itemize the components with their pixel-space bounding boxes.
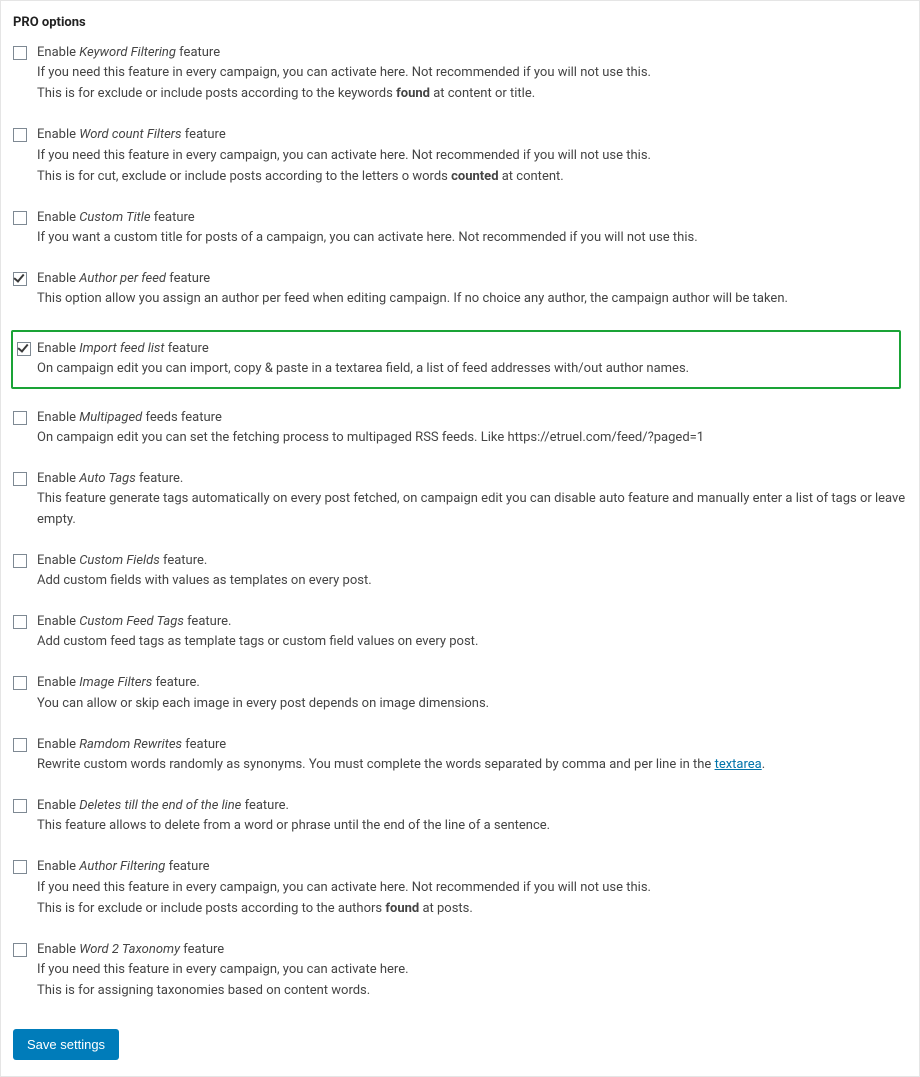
option-keyword-filtering: Enable Keyword Filtering feature If you … — [13, 44, 907, 104]
option-custom-feed-tags: Enable Custom Feed Tags feature. Add cus… — [13, 613, 907, 652]
option-auto-tags: Enable Auto Tags feature. This feature g… — [13, 470, 907, 529]
checkbox-word2taxonomy[interactable] — [13, 943, 27, 957]
label-word-count[interactable]: Enable Word count Filters feature — [37, 126, 907, 144]
desc-author-per-feed: This option allow you assign an author p… — [37, 289, 907, 309]
checkbox-deletes-eol[interactable] — [13, 799, 27, 813]
desc-author-filtering-2: This is for exclude or include posts acc… — [37, 899, 907, 919]
label-random-rewrites[interactable]: Enable Ramdom Rewrites feature — [37, 736, 907, 754]
desc-keyword-filtering-1: If you need this feature in every campai… — [37, 63, 907, 83]
desc-keyword-filtering-2: This is for exclude or include posts acc… — [37, 84, 907, 104]
checkbox-custom-fields[interactable] — [13, 554, 27, 568]
label-keyword-filtering[interactable]: Enable Keyword Filtering feature — [37, 44, 907, 62]
label-custom-title[interactable]: Enable Custom Title feature — [37, 209, 907, 227]
desc-auto-tags: This feature generate tags automatically… — [37, 489, 907, 529]
checkbox-author-per-feed[interactable] — [13, 272, 27, 286]
desc-multipaged: On campaign edit you can set the fetchin… — [37, 428, 907, 448]
panel-title: PRO options — [13, 15, 907, 30]
label-import-feed-list[interactable]: Enable Import feed list feature — [37, 340, 891, 358]
checkbox-keyword-filtering[interactable] — [13, 46, 27, 60]
desc-deletes-eol: This feature allows to delete from a wor… — [37, 816, 907, 836]
label-multipaged[interactable]: Enable Multipaged feeds feature — [37, 409, 907, 427]
option-custom-fields: Enable Custom Fields feature. Add custom… — [13, 552, 907, 591]
option-author-per-feed: Enable Author per feed feature This opti… — [13, 270, 907, 309]
label-image-filters[interactable]: Enable Image Filters feature. — [37, 674, 907, 692]
desc-import-feed-list: On campaign edit you can import, copy & … — [37, 359, 891, 379]
desc-custom-feed-tags: Add custom feed tags as template tags or… — [37, 632, 907, 652]
option-deletes-eol: Enable Deletes till the end of the line … — [13, 797, 907, 836]
option-word2taxonomy: Enable Word 2 Taxonomy feature If you ne… — [13, 941, 907, 1001]
checkbox-author-filtering[interactable] — [13, 860, 27, 874]
option-author-filtering: Enable Author Filtering feature If you n… — [13, 858, 907, 918]
save-settings-button[interactable]: Save settings — [13, 1029, 119, 1060]
option-random-rewrites: Enable Ramdom Rewrites feature Rewrite c… — [13, 736, 907, 775]
desc-custom-title: If you want a custom title for posts of … — [37, 228, 907, 248]
desc-custom-fields: Add custom fields with values as templat… — [37, 571, 907, 591]
option-multipaged: Enable Multipaged feeds feature On campa… — [13, 409, 907, 448]
textarea-link[interactable]: textarea — [715, 757, 762, 772]
option-word-count: Enable Word count Filters feature If you… — [13, 126, 907, 186]
label-author-filtering[interactable]: Enable Author Filtering feature — [37, 858, 907, 876]
checkbox-random-rewrites[interactable] — [13, 738, 27, 752]
label-custom-feed-tags[interactable]: Enable Custom Feed Tags feature. — [37, 613, 907, 631]
label-auto-tags[interactable]: Enable Auto Tags feature. — [37, 470, 907, 488]
checkbox-auto-tags[interactable] — [13, 472, 27, 486]
checkbox-word-count[interactable] — [13, 128, 27, 142]
label-deletes-eol[interactable]: Enable Deletes till the end of the line … — [37, 797, 907, 815]
checkbox-custom-title[interactable] — [13, 211, 27, 225]
label-custom-fields[interactable]: Enable Custom Fields feature. — [37, 552, 907, 570]
checkbox-custom-feed-tags[interactable] — [13, 615, 27, 629]
pro-options-panel: PRO options Enable Keyword Filtering fea… — [0, 0, 920, 1077]
option-image-filters: Enable Image Filters feature. You can al… — [13, 674, 907, 713]
checkbox-image-filters[interactable] — [13, 676, 27, 690]
label-author-per-feed[interactable]: Enable Author per feed feature — [37, 270, 907, 288]
checkbox-multipaged[interactable] — [13, 411, 27, 425]
desc-random-rewrites: Rewrite custom words randomly as synonym… — [37, 755, 907, 775]
checkbox-import-feed-list[interactable] — [17, 342, 31, 356]
option-custom-title: Enable Custom Title feature If you want … — [13, 209, 907, 248]
desc-word-count-2: This is for cut, exclude or include post… — [37, 167, 907, 187]
option-import-feed-list: Enable Import feed list feature On campa… — [11, 330, 901, 389]
desc-word2taxonomy-2: This is for assigning taxonomies based o… — [37, 981, 907, 1001]
desc-word-count-1: If you need this feature in every campai… — [37, 146, 907, 166]
label-word2taxonomy[interactable]: Enable Word 2 Taxonomy feature — [37, 941, 907, 959]
desc-image-filters: You can allow or skip each image in ever… — [37, 694, 907, 714]
desc-author-filtering-1: If you need this feature in every campai… — [37, 878, 907, 898]
desc-word2taxonomy-1: If you need this feature in every campai… — [37, 960, 907, 980]
